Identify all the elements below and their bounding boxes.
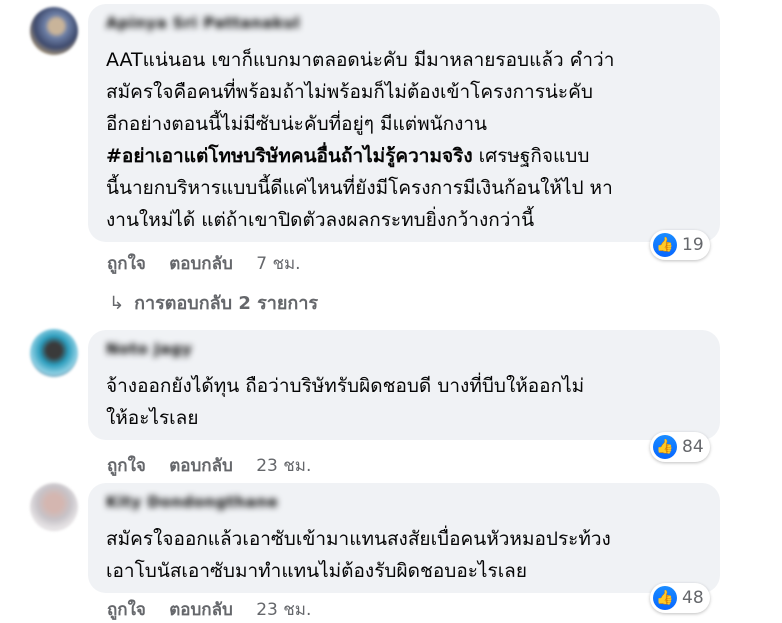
reply-arrow-icon: ↳ xyxy=(109,293,125,314)
comment-bubble: Noto Jagy จ้างออกยังได้ทุน ถือว่าบริษัทร… xyxy=(88,330,720,440)
reaction-summary[interactable]: 👍 84 xyxy=(650,432,710,462)
comment-line: สมัครใจคือคนที่พร้อมถ้าไม่พร้อมก็ไม่ต้อง… xyxy=(106,81,593,103)
comment-line: #อย่าเอาแต่โทษบริษัทคนอื่นถ้าไม่รู้ความจ… xyxy=(106,140,706,172)
comment-timestamp[interactable]: 7 ชม. xyxy=(256,254,300,274)
reaction-count: 19 xyxy=(682,235,704,255)
reaction-summary[interactable]: 👍 19 xyxy=(650,230,710,260)
comment-line: งานใหม่ได้ แต่ถ้าเขาปิดตัวลงผลกระทบยิ่งก… xyxy=(106,209,535,231)
like-button[interactable]: ถูกใจ xyxy=(107,600,146,620)
comment-line: สมัครใจออกแล้วเอาซับเข้ามาแทนสงสัยเบื่อค… xyxy=(106,528,611,550)
view-replies-label: การตอบกลับ 2 รายการ xyxy=(134,293,319,314)
comment-line: เอาโบนัสเอาซับมาทำแทนไม่ต้องรับผิดชอบอะไ… xyxy=(106,560,527,582)
reply-button[interactable]: ตอบกลับ xyxy=(169,600,233,620)
comment-line: AATแน่นอน เขาก็แบกมาตลอดน่ะคับ มีมาหลายร… xyxy=(106,49,615,71)
view-replies-link[interactable]: ↳ การตอบกลับ 2 รายการ xyxy=(109,288,318,317)
comment-line: ให้อะไรเลย xyxy=(106,407,199,429)
comment-text: AATแน่นอน เขาก็แบกมาตลอดน่ะคับ มีมาหลายร… xyxy=(106,44,706,236)
like-button[interactable]: ถูกใจ xyxy=(107,254,146,274)
avatar[interactable] xyxy=(30,329,78,377)
thumbs-up-icon: 👍 xyxy=(653,233,677,257)
comment-line: นี้นายกบริหารแบบนี้ดีแค่ไหนที่ยังมีโครงก… xyxy=(106,177,613,199)
hashtag-link[interactable]: #อย่าเอาแต่โทษบริษัทคนอื่นถ้าไม่รู้ความจ… xyxy=(106,145,473,167)
comment-bubble: Apinya Sri Pattanakul AATแน่นอน เขาก็แบก… xyxy=(88,4,720,242)
comment-actions: ถูกใจ ตอบกลับ 23 ชม. xyxy=(107,452,311,479)
comment-author[interactable]: Kity Dondongthane xyxy=(106,493,278,511)
thumbs-up-icon: 👍 xyxy=(653,586,677,610)
comment-line: อีกอย่างตอนนี้ไม่มีซับน่ะคับที่อยู่ๆ มีแ… xyxy=(106,113,488,135)
comment-bubble: Kity Dondongthane สมัครใจออกแล้วเอาซับเข… xyxy=(88,483,720,593)
comment-actions: ถูกใจ ตอบกลับ 7 ชม. xyxy=(107,250,301,277)
comment-author[interactable]: Noto Jagy xyxy=(106,340,192,358)
reaction-summary[interactable]: 👍 48 xyxy=(650,583,710,613)
comment-line-tail: เศรษฐกิจแบบ xyxy=(472,145,590,167)
avatar[interactable] xyxy=(30,483,78,531)
avatar[interactable] xyxy=(30,7,78,55)
comment-timestamp[interactable]: 23 ชม. xyxy=(256,456,311,476)
reply-button[interactable]: ตอบกลับ xyxy=(169,254,233,274)
comment-actions: ถูกใจ ตอบกลับ 23 ชม. xyxy=(107,596,311,623)
comment-author[interactable]: Apinya Sri Pattanakul xyxy=(106,14,300,32)
reply-button[interactable]: ตอบกลับ xyxy=(169,456,233,476)
comment-line: จ้างออกยังได้ทุน ถือว่าบริษัทรับผิดชอบดี… xyxy=(106,375,585,397)
comment-text: สมัครใจออกแล้วเอาซับเข้ามาแทนสงสัยเบื่อค… xyxy=(106,523,706,587)
comment-timestamp[interactable]: 23 ชม. xyxy=(256,600,311,620)
like-button[interactable]: ถูกใจ xyxy=(107,456,146,476)
reaction-count: 48 xyxy=(682,588,704,608)
comment-text: จ้างออกยังได้ทุน ถือว่าบริษัทรับผิดชอบดี… xyxy=(106,370,706,434)
thumbs-up-icon: 👍 xyxy=(653,435,677,459)
reaction-count: 84 xyxy=(682,437,704,457)
